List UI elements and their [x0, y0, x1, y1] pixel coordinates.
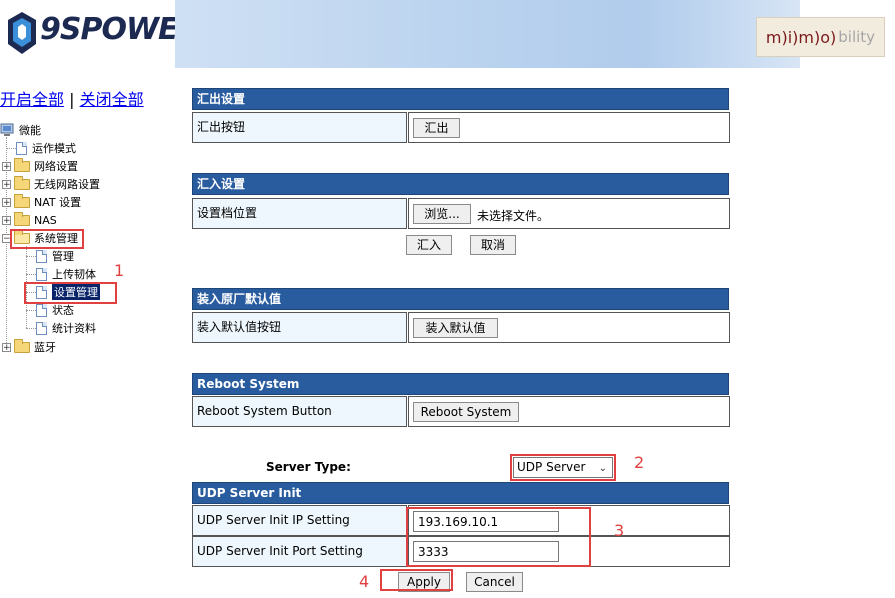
- computer-icon: [0, 123, 14, 136]
- folder-icon: [14, 211, 30, 226]
- tree-item-label: 管理: [52, 250, 74, 263]
- load-defaults-button[interactable]: 装入默认值: [413, 318, 498, 338]
- reboot-section-header: Reboot System: [192, 373, 729, 395]
- collapse-all-link[interactable]: 关闭全部: [80, 90, 144, 109]
- reboot-label: Reboot System Button: [192, 396, 407, 427]
- annotation-number-4: 4: [359, 572, 370, 591]
- export-row: 汇出按钮 汇出: [192, 112, 730, 143]
- annotation-box-server-type: [510, 454, 616, 481]
- udp-section-header: UDP Server Init: [192, 482, 729, 504]
- annotation-box-system-admin: [10, 229, 84, 249]
- expand-plus-icon[interactable]: +: [2, 161, 11, 171]
- mimo-logo-brand: m)i)m)o): [765, 27, 837, 47]
- import-button[interactable]: 汇入: [406, 235, 452, 255]
- udp-ip-label: UDP Server Init IP Setting: [192, 505, 407, 536]
- page-icon: [36, 321, 47, 335]
- logo-area: 9SPOWER: [0, 0, 201, 68]
- tree-item-nas[interactable]: + NAS: [2, 211, 57, 229]
- import-section-header: 汇入设置: [192, 173, 729, 195]
- expand-plus-icon[interactable]: +: [2, 342, 11, 352]
- reboot-system-button[interactable]: Reboot System: [413, 402, 519, 422]
- tree-item-label: 无线网路设置: [34, 178, 100, 191]
- file-status-text: 未选择文件。: [477, 209, 550, 223]
- tree-item-label: 运作模式: [32, 142, 76, 155]
- expand-plus-icon[interactable]: +: [2, 197, 11, 207]
- expand-plus-icon[interactable]: +: [2, 215, 11, 225]
- factory-label: 装入默认值按钮: [192, 312, 407, 343]
- tree-root-label: 微能: [19, 124, 41, 137]
- expand-all-link[interactable]: 开启全部: [0, 90, 64, 109]
- tree-item-statistics[interactable]: 统计资料: [36, 319, 96, 337]
- tree-item-label: 统计资料: [52, 322, 96, 335]
- tree-item-label: 状态: [52, 304, 74, 317]
- export-label: 汇出按钮: [192, 112, 407, 143]
- expand-collapse-links: 开启全部 | 关闭全部: [0, 86, 144, 110]
- udp-port-label: UDP Server Init Port Setting: [192, 536, 407, 567]
- expand-plus-icon[interactable]: +: [2, 179, 11, 189]
- folder-icon: [14, 338, 30, 353]
- tree-item-nat[interactable]: + NAT 设置: [2, 193, 81, 211]
- mimo-logo-rest: bility: [838, 28, 876, 46]
- browse-button[interactable]: 浏览...: [413, 204, 471, 224]
- import-label: 设置档位置: [192, 198, 407, 229]
- tree-item-label: 蓝牙: [34, 341, 56, 354]
- page-icon: [36, 303, 47, 317]
- import-cell: 浏览... 未选择文件。: [408, 198, 730, 229]
- import-row: 设置档位置 浏览... 未选择文件。: [192, 198, 730, 229]
- logo-cube-icon: [8, 12, 36, 54]
- factory-row: 装入默认值按钮 装入默认值: [192, 312, 730, 343]
- folder-icon: [14, 193, 30, 208]
- tree-item-label: 网络设置: [34, 160, 78, 173]
- annotation-number-1: 1: [114, 261, 125, 280]
- annotation-box-udp-settings: [406, 507, 591, 567]
- factory-section-header: 装入原厂默认值: [192, 288, 729, 310]
- folder-icon: [14, 157, 30, 172]
- reboot-row: Reboot System Button Reboot System: [192, 396, 730, 427]
- export-cell: 汇出: [408, 112, 730, 143]
- page-icon: [16, 141, 27, 155]
- import-cancel-button[interactable]: 取消: [470, 235, 516, 255]
- export-button[interactable]: 汇出: [413, 118, 460, 138]
- tree-item-wireless[interactable]: + 无线网路设置: [2, 175, 100, 193]
- tree-item-label: NAT 设置: [34, 196, 82, 209]
- reboot-cell: Reboot System: [408, 396, 730, 427]
- server-cancel-button[interactable]: Cancel: [466, 572, 523, 592]
- page-icon: [36, 249, 47, 263]
- factory-cell: 装入默认值: [408, 312, 730, 343]
- annotation-number-2: 2: [634, 453, 645, 472]
- tree-item-label: NAS: [34, 213, 57, 227]
- export-section-header: 汇出设置: [192, 88, 729, 110]
- annotation-number-3: 3: [614, 521, 625, 540]
- annotation-box-apply: [380, 569, 453, 591]
- tree-root[interactable]: 微能: [0, 121, 41, 139]
- tree-item-label: 上传韧体: [52, 268, 96, 281]
- mimo-logo: m)i)m)o) bility: [756, 17, 885, 57]
- tree-item-bluetooth[interactable]: + 蓝牙: [2, 338, 56, 356]
- tree-item-upload-firmware[interactable]: 上传韧体: [36, 265, 96, 283]
- tree-item-mode[interactable]: 运作模式: [16, 139, 76, 157]
- folder-icon: [14, 175, 30, 190]
- server-type-label: Server Type:: [266, 460, 351, 474]
- tree-item-management[interactable]: 管理: [36, 247, 74, 265]
- annotation-box-settings-management: [24, 282, 117, 304]
- page-icon: [36, 267, 47, 281]
- link-separator: |: [69, 90, 75, 109]
- tree-item-network[interactable]: + 网络设置: [2, 157, 78, 175]
